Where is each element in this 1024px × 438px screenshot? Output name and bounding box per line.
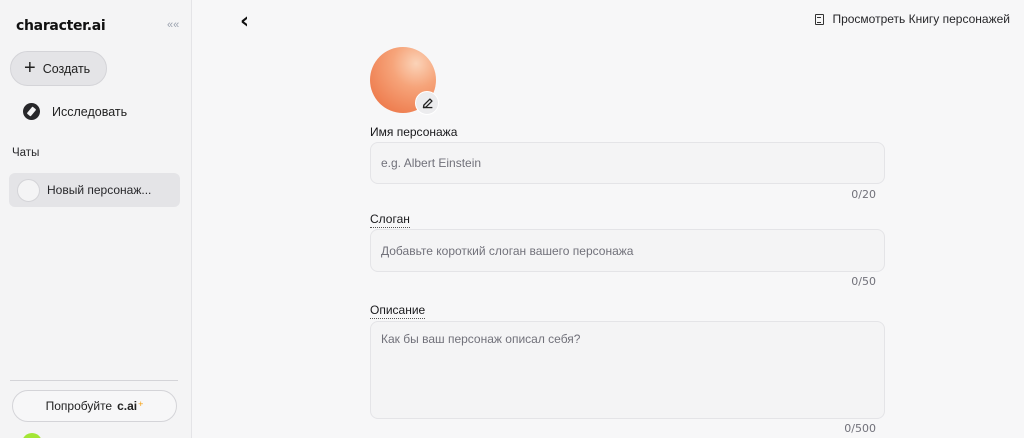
explore-link[interactable]: Исследовать	[23, 103, 127, 120]
view-character-book-label: Просмотреть Книгу персонажей	[832, 12, 1010, 26]
tagline-counter: 0/50	[851, 275, 876, 288]
sidebar-divider	[10, 380, 178, 381]
plus-spark-icon: +	[138, 398, 144, 409]
user-avatar[interactable]	[22, 433, 42, 438]
book-icon	[815, 13, 825, 25]
character-name-counter: 0/20	[851, 188, 876, 201]
chat-list-item[interactable]: Новый персонаж...	[9, 173, 180, 207]
collapse-sidebar-icon[interactable]: ««	[167, 19, 179, 31]
description-label[interactable]: Описание	[370, 303, 426, 319]
create-button-label: Создать	[42, 61, 91, 76]
edit-avatar-button[interactable]	[415, 91, 439, 115]
plus-icon: +	[24, 56, 36, 79]
create-button[interactable]: + Создать	[10, 51, 107, 86]
view-character-book-link[interactable]: Просмотреть Книгу персонажей	[815, 12, 1010, 26]
chat-avatar	[17, 178, 40, 202]
compass-icon	[23, 103, 40, 120]
brand-label: c.ai	[117, 399, 138, 413]
tagline-label[interactable]: Слоган	[370, 212, 410, 228]
description-counter: 0/500	[844, 422, 876, 435]
description-textarea[interactable]	[370, 321, 885, 419]
explore-label: Исследовать	[52, 104, 128, 119]
pencil-icon	[422, 97, 433, 108]
try-cai-plus-button[interactable]: Попробуйте c.ai +	[12, 390, 177, 422]
character-name-input[interactable]	[370, 142, 885, 184]
character-name-label: Имя персонажа	[370, 125, 458, 139]
chat-item-name: Новый персонаж...	[47, 183, 152, 197]
back-chevron-icon[interactable]: ‹	[240, 9, 249, 34]
sidebar: character.ai «« + Создать Исследовать Ча…	[0, 0, 192, 438]
tagline-input[interactable]	[370, 229, 885, 272]
chats-section-title: Чаты	[12, 147, 40, 159]
app-logo[interactable]: character.ai	[16, 18, 106, 34]
try-label: Попробуйте	[45, 399, 113, 413]
